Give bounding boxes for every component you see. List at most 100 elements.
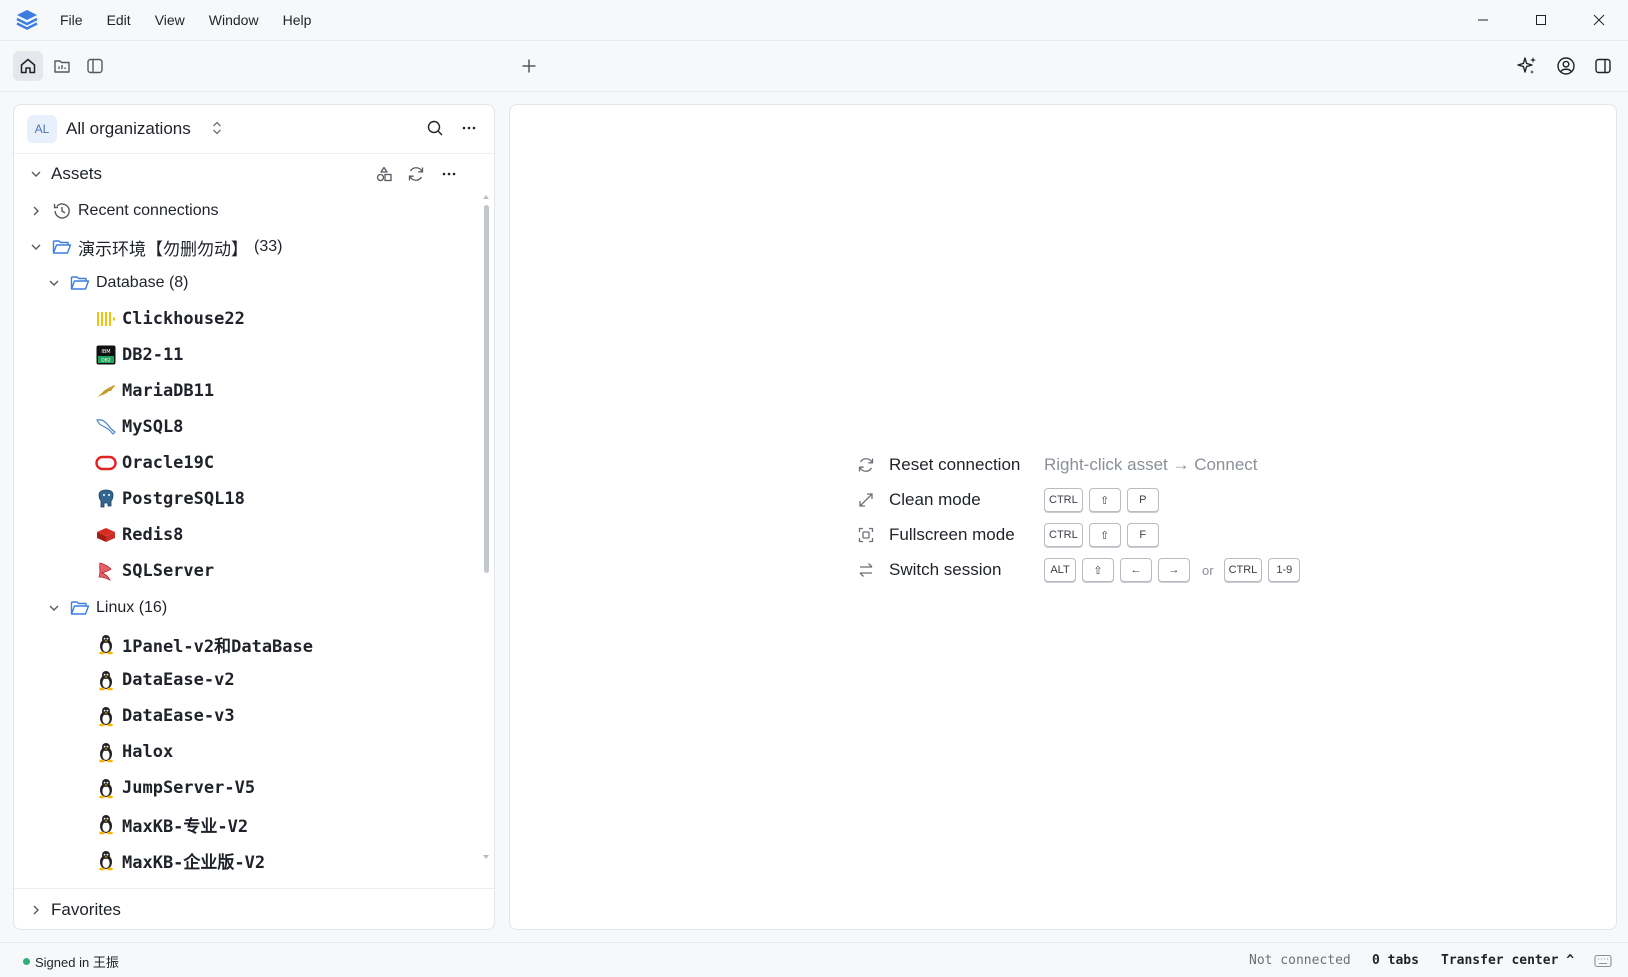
folder-open-icon bbox=[51, 236, 73, 258]
organization-selector[interactable]: AL All organizations bbox=[14, 105, 494, 154]
more-icon[interactable] bbox=[460, 119, 478, 142]
asset-label: 1Panel-v2和DataBase bbox=[122, 636, 313, 657]
asset-postgresql18[interactable]: PostgreSQL18 bbox=[95, 481, 245, 517]
tree-label: Database (8) bbox=[96, 274, 189, 291]
close-button[interactable] bbox=[1570, 0, 1628, 40]
tree-folder-database[interactable]: Database (8) bbox=[45, 265, 189, 301]
dashboard-button[interactable] bbox=[47, 51, 77, 81]
asset-label: MaxKB-企业版-V2 bbox=[122, 852, 266, 873]
home-button[interactable] bbox=[13, 51, 43, 81]
asset-types-icon[interactable] bbox=[375, 165, 393, 183]
tab-count[interactable]: 0 tabs bbox=[1372, 953, 1419, 968]
redis-icon bbox=[95, 524, 117, 546]
asset-label: Halox bbox=[122, 742, 174, 762]
window-controls bbox=[1454, 0, 1628, 40]
asset-maxkb-enterprise-v2[interactable]: MaxKB-企业版-V2 bbox=[95, 842, 265, 878]
more-icon[interactable] bbox=[440, 165, 458, 183]
swap-arrows-icon bbox=[857, 561, 875, 579]
tree-folder-root[interactable]: 演示环境【勿删勿动】 (33) bbox=[27, 229, 282, 265]
history-icon bbox=[51, 200, 73, 222]
scrollbar-thumb[interactable] bbox=[484, 205, 489, 573]
linux-tux-icon bbox=[95, 849, 117, 871]
linux-tux-icon bbox=[95, 813, 117, 835]
asset-label: DB2-11 bbox=[122, 345, 184, 365]
key-cap: → bbox=[1158, 558, 1190, 582]
asset-label: MaxKB-专业-V2 bbox=[122, 816, 249, 837]
key-cap: ⇧ bbox=[1088, 488, 1121, 512]
tree-recent-connections[interactable]: Recent connections bbox=[27, 193, 219, 229]
tree-label: Recent connections bbox=[78, 202, 219, 219]
chevron-right-icon[interactable] bbox=[27, 202, 45, 220]
asset-label: JumpServer-V5 bbox=[122, 778, 256, 798]
title-bar: File Edit View Window Help bbox=[0, 0, 1628, 41]
key-cap: ⇧ bbox=[1082, 558, 1114, 582]
asset-sqlserver[interactable]: SQLServer bbox=[95, 553, 214, 589]
menu-file[interactable]: File bbox=[48, 12, 95, 28]
asset-dataease-v3[interactable]: DataEase-v3 bbox=[95, 698, 235, 734]
key-cap: CTRL bbox=[1044, 488, 1083, 512]
asset-dataease-v2[interactable]: DataEase-v2 bbox=[95, 662, 235, 698]
ai-assistant-button[interactable] bbox=[1512, 51, 1542, 81]
new-tab-button[interactable] bbox=[514, 51, 544, 81]
linux-tux-icon bbox=[95, 741, 117, 763]
hint-switch-session: Switch session ALT ⇧ ← → or CTRL 1-9 bbox=[857, 554, 1306, 586]
menu-window[interactable]: Window bbox=[197, 12, 271, 28]
key-cap: ALT bbox=[1044, 558, 1076, 582]
account-button[interactable] bbox=[1551, 51, 1581, 81]
asset-label: SQLServer bbox=[122, 561, 215, 581]
status-bar: Signed in 王振 Not connected 0 tabs Transf… bbox=[0, 942, 1628, 977]
asset-oracle19c[interactable]: Oracle19C bbox=[95, 445, 214, 481]
maximize-button[interactable] bbox=[1512, 0, 1570, 40]
asset-label: DataEase-v3 bbox=[122, 706, 235, 726]
toolbar bbox=[0, 41, 1628, 92]
asset-maxkb-pro-v2[interactable]: MaxKB-专业-V2 bbox=[95, 806, 248, 842]
hint-or: or bbox=[1202, 562, 1214, 578]
hint-description: Right-click asset → Connect bbox=[1044, 455, 1258, 474]
refresh-icon[interactable] bbox=[407, 165, 425, 183]
minimize-button[interactable] bbox=[1454, 0, 1512, 40]
hint-reset-connection: Reset connection Right-click asset → Con… bbox=[857, 449, 1258, 481]
linux-tux-icon bbox=[95, 669, 117, 691]
asset-clickhouse22[interactable]: Clickhouse22 bbox=[95, 301, 245, 337]
chevron-down-icon[interactable] bbox=[27, 238, 45, 256]
menu-bar: File Edit View Window Help bbox=[48, 0, 323, 40]
favorites-section-header[interactable]: Favorites bbox=[14, 888, 494, 929]
asset-redis8[interactable]: Redis8 bbox=[95, 517, 183, 553]
transfer-center-button[interactable]: Transfer center ^ bbox=[1441, 953, 1574, 968]
chevron-down-icon[interactable] bbox=[45, 274, 63, 292]
scroll-up-arrow-icon[interactable] bbox=[481, 193, 491, 201]
chevron-down-icon[interactable] bbox=[45, 599, 63, 617]
chevron-updown-icon[interactable] bbox=[210, 119, 224, 142]
close-icon bbox=[1593, 14, 1605, 26]
scroll-down-arrow-icon[interactable] bbox=[481, 853, 491, 861]
key-cap: ← bbox=[1120, 558, 1152, 582]
plus-icon bbox=[522, 59, 536, 73]
svg-text:DB2: DB2 bbox=[101, 358, 111, 364]
signed-in-status[interactable]: Signed in 王振 bbox=[35, 952, 119, 971]
asset-1panel-v2[interactable]: 1Panel-v2和DataBase bbox=[95, 626, 313, 662]
keyboard-icon[interactable] bbox=[1594, 954, 1612, 973]
postgresql-elephant-icon bbox=[95, 488, 117, 510]
asset-halox[interactable]: Halox bbox=[95, 734, 173, 770]
online-status-dot bbox=[23, 958, 30, 965]
toggle-sidebar-button[interactable] bbox=[80, 51, 110, 81]
assets-section-header[interactable]: Assets bbox=[14, 155, 494, 193]
asset-mariadb11[interactable]: MariaDB11 bbox=[95, 373, 214, 409]
svg-text:IBM: IBM bbox=[101, 349, 110, 355]
menu-help[interactable]: Help bbox=[271, 12, 324, 28]
refresh-icon bbox=[857, 456, 875, 474]
tree-scrollbar[interactable] bbox=[481, 193, 491, 893]
chevron-right-icon[interactable] bbox=[27, 901, 45, 919]
asset-db2-11[interactable]: IBM DB2 DB2-11 bbox=[95, 337, 183, 373]
tree-folder-linux[interactable]: Linux (16) bbox=[45, 590, 167, 626]
menu-edit[interactable]: Edit bbox=[95, 12, 143, 28]
menu-view[interactable]: View bbox=[143, 12, 197, 28]
search-icon[interactable] bbox=[426, 119, 444, 142]
linux-tux-icon bbox=[95, 777, 117, 799]
toggle-right-panel-button[interactable] bbox=[1588, 51, 1618, 81]
asset-tree: Recent connections 演示环境【勿删勿动】 (33) Datab… bbox=[14, 193, 482, 893]
asset-mysql8[interactable]: MySQL8 bbox=[95, 409, 183, 445]
minimize-icon bbox=[1478, 19, 1488, 21]
asset-jumpserver-v5[interactable]: JumpServer-V5 bbox=[95, 770, 255, 806]
chevron-down-icon[interactable] bbox=[27, 165, 45, 183]
